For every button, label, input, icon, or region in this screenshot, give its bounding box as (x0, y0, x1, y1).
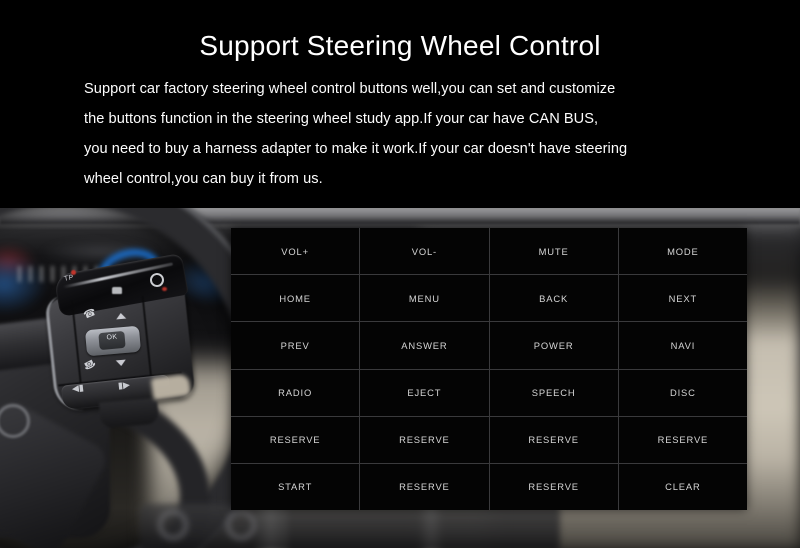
paragraph-line: wheel control,you can buy it from us. (84, 171, 323, 187)
console-dial-icon (158, 510, 188, 540)
grid-cell-vol-down[interactable]: VOL- (360, 228, 489, 275)
grid-cell-answer[interactable]: ANSWER (360, 322, 489, 369)
paragraph-line: you need to buy a harness adapter to mak… (84, 141, 628, 157)
grid-cell-reserve-6[interactable]: RESERVE (489, 463, 618, 510)
grid-cell-reserve-3[interactable]: RESERVE (489, 416, 618, 463)
red-indicator-icon (162, 287, 167, 291)
grid-cell-navi[interactable]: NAVI (618, 322, 747, 369)
grid-cell-mute[interactable]: MUTE (489, 228, 618, 275)
grid-cell-back[interactable]: BACK (489, 275, 618, 322)
grid-cell-eject[interactable]: EJECT (360, 369, 489, 416)
promo-banner: Support Steering Wheel Control Support c… (0, 0, 800, 548)
console-panel (140, 504, 560, 548)
center-console (140, 504, 560, 548)
next-track-icon: ▮▶ (117, 379, 131, 391)
grid-cell-disc[interactable]: DISC (618, 369, 747, 416)
grid-cell-prev[interactable]: PREV (231, 322, 360, 369)
paragraph-line: Support car factory steering wheel contr… (84, 81, 616, 97)
arrow-up-icon (115, 312, 127, 320)
grid-cell-clear[interactable]: CLEAR (618, 463, 747, 510)
grid-cell-reserve-2[interactable]: RESERVE (360, 416, 489, 463)
previous-track-icon: ◀▮ (71, 382, 85, 394)
header-section: Support Steering Wheel Control Support c… (0, 0, 800, 208)
grid-cell-reserve-1[interactable]: RESERVE (231, 416, 360, 463)
grid-cell-menu[interactable]: MENU (360, 275, 489, 322)
grid-cell-reserve-5[interactable]: RESERVE (360, 463, 489, 510)
grid-cell-vol-up[interactable]: VOL+ (231, 228, 360, 275)
grid-cell-next[interactable]: NEXT (618, 275, 747, 322)
grid-cell-home[interactable]: HOME (231, 275, 360, 322)
grid-cell-mode[interactable]: MODE (618, 228, 747, 275)
steering-wheel-photo: TP ☎ ☎ OK ◀▮ ▮▶ VOL+ VOL- MUTE MODE HOME (0, 208, 800, 548)
button-function-grid: VOL+ VOL- MUTE MODE HOME MENU BACK NEXT … (231, 228, 747, 510)
grid-cell-speech[interactable]: SPEECH (489, 369, 618, 416)
steering-column-stalk (98, 397, 160, 429)
grid-cell-start[interactable]: START (231, 463, 360, 510)
grid-cell-radio[interactable]: RADIO (231, 369, 360, 416)
console-dial-icon (226, 510, 256, 540)
grid-cell-reserve-4[interactable]: RESERVE (618, 416, 747, 463)
description-paragraph: Support car factory steering wheel contr… (84, 74, 752, 194)
paragraph-line: the buttons function in the steering whe… (84, 111, 599, 127)
grid-cell-power[interactable]: POWER (489, 322, 618, 369)
page-title: Support Steering Wheel Control (199, 30, 601, 61)
radio-icon (112, 287, 122, 294)
arrow-down-icon (115, 359, 127, 367)
